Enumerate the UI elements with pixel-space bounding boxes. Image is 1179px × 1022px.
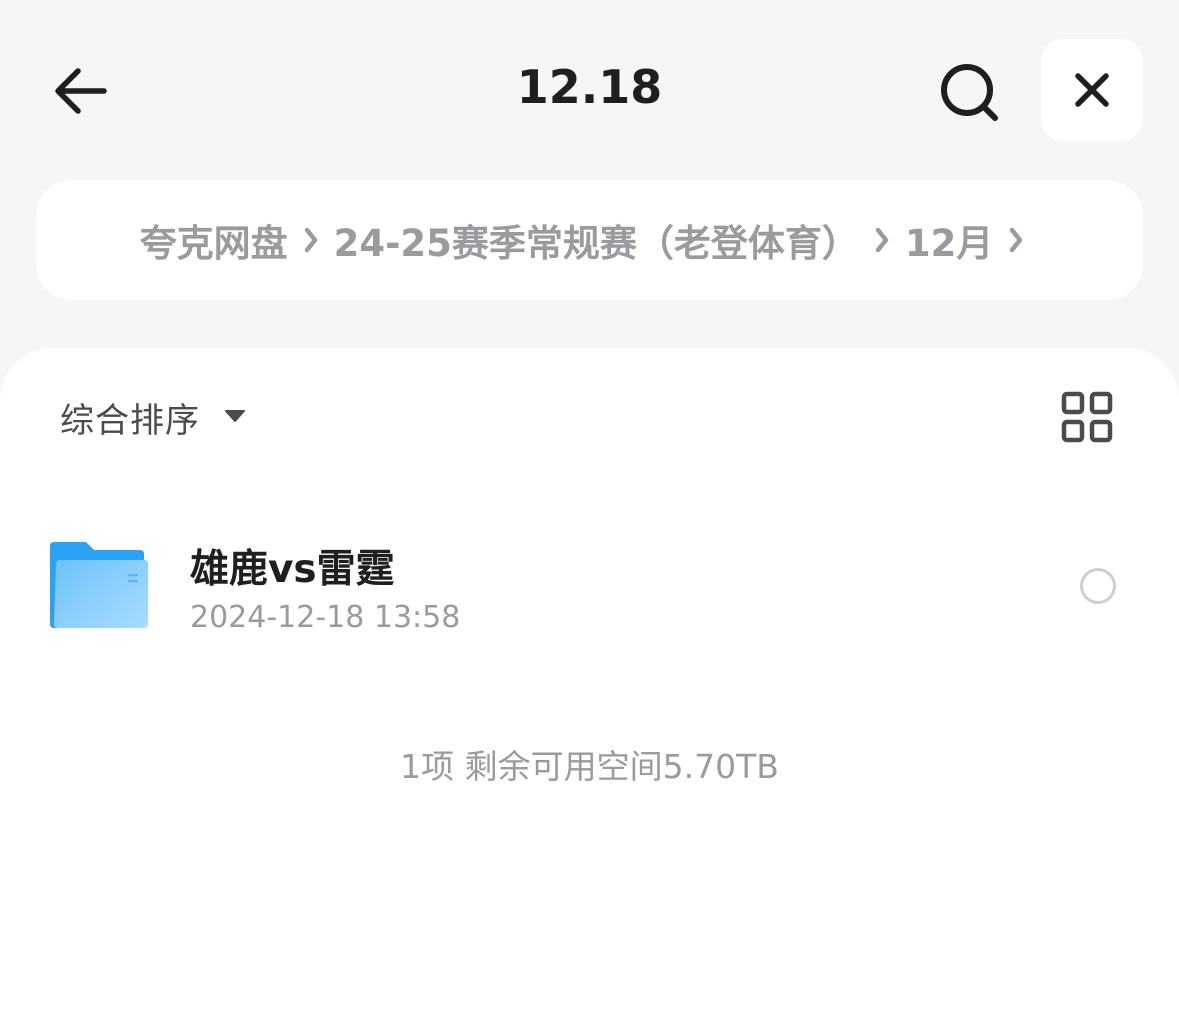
folder-icon <box>48 540 150 630</box>
search-button[interactable] <box>932 55 1008 131</box>
breadcrumb-item-root[interactable]: 夸克网盘 <box>140 213 288 267</box>
chevron-right-icon <box>859 226 905 254</box>
sort-dropdown[interactable]: 综合排序 <box>60 392 246 442</box>
close-icon <box>1075 73 1109 107</box>
search-icon <box>941 64 998 121</box>
grid-view-button[interactable] <box>1060 390 1114 444</box>
breadcrumb-item-season[interactable]: 24-25赛季常规赛（老登体育） <box>334 213 859 267</box>
caret-down-icon <box>224 408 246 427</box>
breadcrumb: 夸克网盘 24-25赛季常规赛（老登体育） 12月 <box>36 180 1143 300</box>
close-button[interactable] <box>1041 39 1143 141</box>
file-date: 2024-12-18 13:58 <box>190 600 461 635</box>
grid-view-icon <box>1061 391 1113 443</box>
screen: 12.18 夸克网盘 24-25赛季常规赛（老登体育） 12月 综合排序 雄鹿v… <box>0 0 1179 1022</box>
file-name: 雄鹿vs雷霆 <box>190 547 395 592</box>
chevron-right-icon <box>288 226 334 254</box>
storage-summary: 1项 剩余可用空间5.70TB <box>400 747 779 786</box>
select-checkbox[interactable] <box>1080 568 1116 604</box>
chevron-right-icon <box>993 226 1039 254</box>
list-item[interactable]: 雄鹿vs雷霆 2024-12-18 13:58 <box>0 520 1179 650</box>
file-list-panel <box>0 348 1179 1022</box>
sort-label: 综合排序 <box>60 400 200 441</box>
breadcrumb-item-month[interactable]: 12月 <box>905 213 994 267</box>
